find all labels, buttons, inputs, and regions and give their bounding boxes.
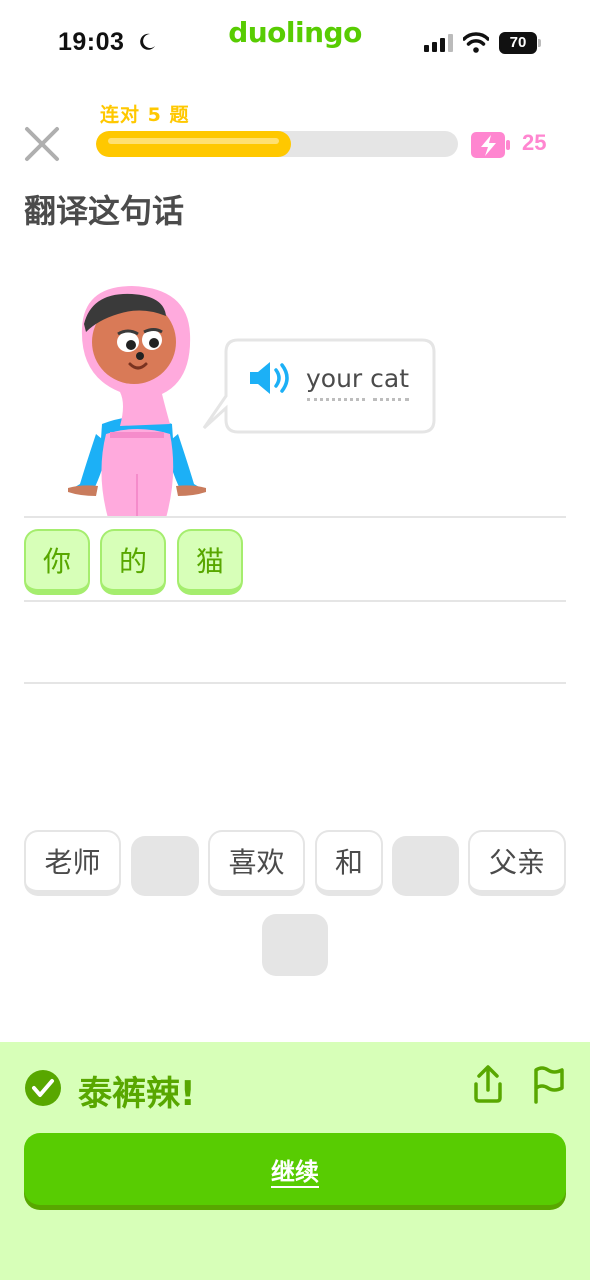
character-illustration	[68, 286, 206, 518]
energy-count: 25	[522, 130, 547, 155]
check-circle-icon	[25, 1070, 61, 1106]
word-bank-chip[interactable]: 喜欢	[208, 830, 305, 896]
progress-shine	[108, 138, 279, 144]
word-bank-chip[interactable]: 老师	[24, 830, 121, 896]
answer-word-chip[interactable]: 猫	[177, 529, 243, 595]
flag-icon[interactable]	[530, 1064, 566, 1104]
battery-indicator: 70	[499, 32, 541, 54]
share-icon[interactable]	[470, 1064, 506, 1104]
prompt-phrase[interactable]: your cat	[306, 364, 409, 393]
answer-word-chip[interactable]: 的	[100, 529, 166, 595]
word-bank-empty-slot	[262, 914, 328, 976]
word-bank-empty-slot	[131, 836, 199, 896]
word-bank-chip[interactable]: 父亲	[468, 830, 566, 896]
progress-fill	[96, 131, 291, 157]
speaker-icon[interactable]	[248, 360, 292, 396]
lesson-progress-bar	[96, 131, 458, 157]
battery-tip	[538, 39, 541, 47]
close-icon[interactable]	[22, 124, 62, 164]
signal-icon	[424, 34, 453, 52]
continue-label: 继续	[271, 1157, 319, 1186]
answer-line	[24, 600, 566, 602]
word-bank-empty-slot	[392, 836, 459, 896]
battery-level: 70	[509, 34, 527, 51]
lightning-battery-icon	[471, 132, 510, 158]
feedback-title: 泰裤辣!	[78, 1074, 196, 1114]
streak-label: 连对 5 题	[100, 104, 190, 126]
answer-line	[24, 516, 566, 518]
wifi-icon	[463, 32, 489, 53]
word-bank-chip[interactable]: 和	[315, 830, 383, 896]
word-hint-underline	[307, 398, 365, 401]
answer-word-chip[interactable]: 你	[24, 529, 90, 595]
page-title: 翻译这句话	[24, 192, 185, 230]
word-hint-underline	[373, 398, 409, 401]
continue-button[interactable]: 继续	[24, 1133, 566, 1205]
answer-line	[24, 682, 566, 684]
